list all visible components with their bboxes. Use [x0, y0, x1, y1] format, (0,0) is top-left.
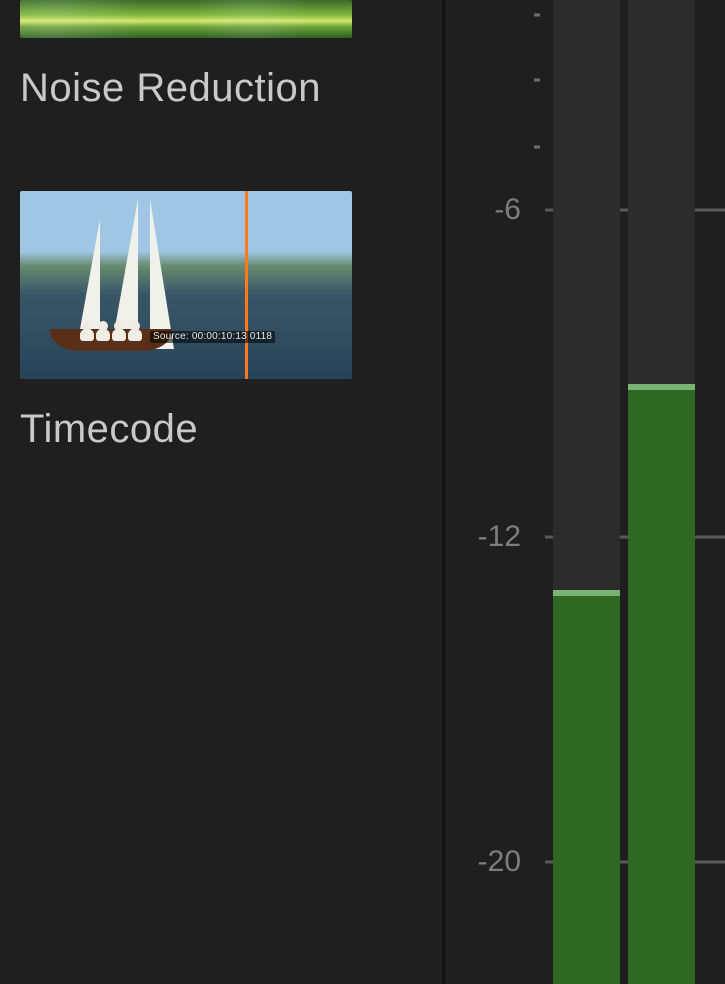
- meter-level: [628, 384, 695, 984]
- meter-tick-minor: [534, 13, 540, 16]
- meter-scale-label: -20: [478, 845, 521, 879]
- effect-label: Timecode: [20, 407, 422, 452]
- meter-scale-label: -12: [478, 520, 521, 554]
- meter-level: [553, 590, 620, 984]
- audio-meter: -6 -12 -20: [445, 0, 725, 984]
- effect-label: Noise Reduction: [20, 66, 422, 111]
- timecode-overlay-text: Source: 00:00:10:13 0118: [150, 331, 275, 344]
- effects-browser: Noise Reduction Source: 00:00:10:13 0118…: [0, 0, 442, 984]
- meter-channel-right: [628, 0, 695, 984]
- meter-scale-label: -6: [494, 193, 521, 227]
- effect-thumbnail-noise-reduction[interactable]: [20, 0, 352, 38]
- effect-thumbnail-timecode[interactable]: Source: 00:00:10:13 0118: [20, 191, 352, 379]
- meter-channel-left: [553, 0, 620, 984]
- meter-peak: [553, 590, 620, 596]
- meter-tick-minor: [534, 145, 540, 148]
- split-line: [245, 191, 248, 379]
- meter-scale: -6 -12 -20: [445, 0, 527, 984]
- meter-bars: [553, 0, 695, 984]
- audio-meter-panel: -6 -12 -20: [445, 0, 725, 984]
- meter-peak: [628, 384, 695, 390]
- meter-tick-minor: [534, 78, 540, 81]
